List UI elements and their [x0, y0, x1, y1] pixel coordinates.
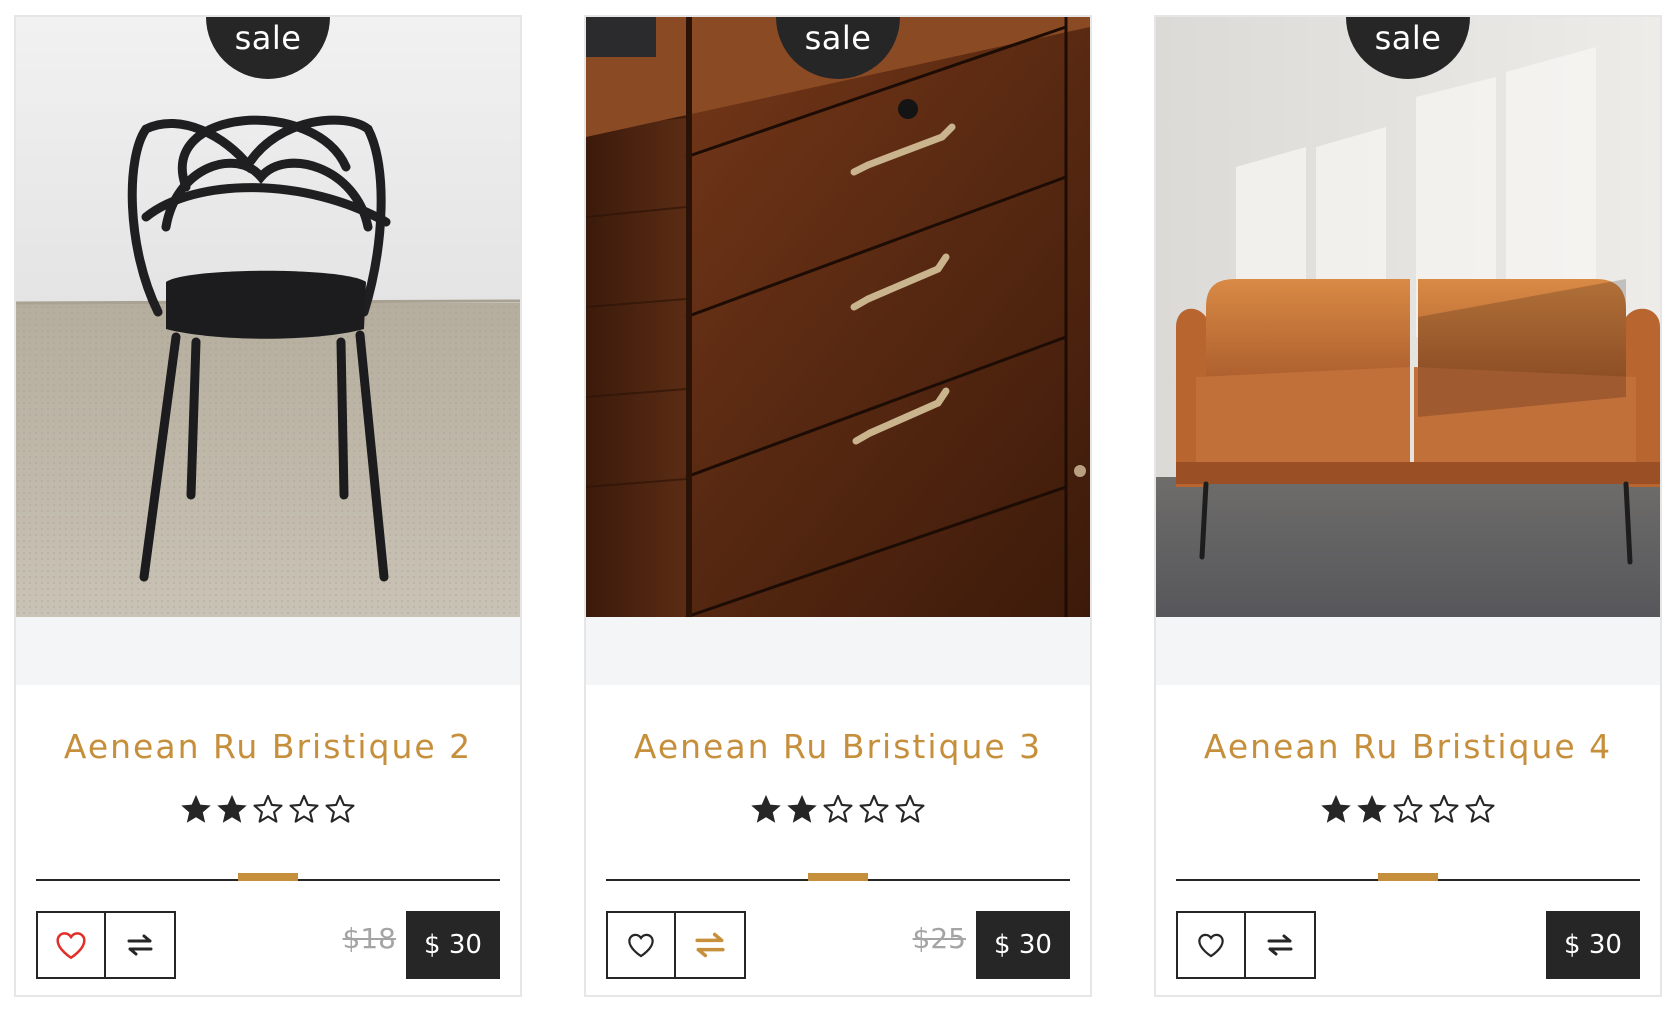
product-image-chair[interactable]: [16, 17, 520, 617]
swap-arrows-icon: [695, 932, 725, 958]
product-title[interactable]: Aenean Ru Bristique 2: [16, 727, 520, 766]
rating-stars: [586, 792, 1090, 832]
price-button[interactable]: $ 30: [1546, 911, 1640, 979]
heart-icon: [56, 932, 86, 960]
compare-button[interactable]: [676, 911, 746, 979]
image-footer-band: [16, 617, 520, 685]
wishlist-button[interactable]: [606, 911, 676, 979]
star-outline-icon: [895, 794, 925, 823]
price-button[interactable]: $ 30: [976, 911, 1070, 979]
product-card: sale Aenean Ru Bristique 2 $18 $ 30: [14, 15, 522, 997]
star-filled-icon: [751, 794, 781, 823]
star-filled-icon: [181, 794, 211, 823]
swap-arrows-icon: [1267, 934, 1293, 956]
star-outline-icon: [823, 794, 853, 823]
swap-arrows-icon: [127, 934, 153, 956]
star-outline-icon: [289, 794, 319, 823]
rating-stars: [1156, 792, 1660, 832]
product-image-sofa[interactable]: [1156, 17, 1660, 617]
star-filled-icon: [1321, 794, 1351, 823]
divider-accent: [238, 873, 298, 881]
heart-icon: [1198, 933, 1224, 958]
old-price: $18: [342, 922, 396, 955]
star-outline-icon: [1393, 794, 1423, 823]
product-title[interactable]: Aenean Ru Bristique 3: [586, 727, 1090, 766]
image-footer-band: [1156, 617, 1660, 685]
wishlist-button[interactable]: [1176, 911, 1246, 979]
old-price: $25: [912, 922, 966, 955]
divider-accent: [1378, 873, 1438, 881]
star-outline-icon: [1465, 794, 1495, 823]
compare-button[interactable]: [1246, 911, 1316, 979]
compare-button[interactable]: [106, 911, 176, 979]
star-outline-icon: [859, 794, 889, 823]
heart-icon: [628, 933, 654, 958]
product-card: sale Aenean Ru Bristique 3 $25 $ 30: [584, 15, 1092, 997]
product-card: sale Aenean Ru Bristique 4 $ 30: [1154, 15, 1662, 997]
image-footer-band: [586, 617, 1090, 685]
star-outline-icon: [325, 794, 355, 823]
star-outline-icon: [253, 794, 283, 823]
rating-stars: [16, 792, 520, 832]
product-actions: [36, 911, 176, 979]
star-filled-icon: [217, 794, 247, 823]
wishlist-button[interactable]: [36, 911, 106, 979]
product-title[interactable]: Aenean Ru Bristique 4: [1156, 727, 1660, 766]
product-image-dresser[interactable]: [586, 17, 1090, 617]
divider-accent: [808, 873, 868, 881]
star-filled-icon: [787, 794, 817, 823]
star-outline-icon: [1429, 794, 1459, 823]
product-actions: [1176, 911, 1316, 979]
product-actions: [606, 911, 746, 979]
price-button[interactable]: $ 30: [406, 911, 500, 979]
star-filled-icon: [1357, 794, 1387, 823]
